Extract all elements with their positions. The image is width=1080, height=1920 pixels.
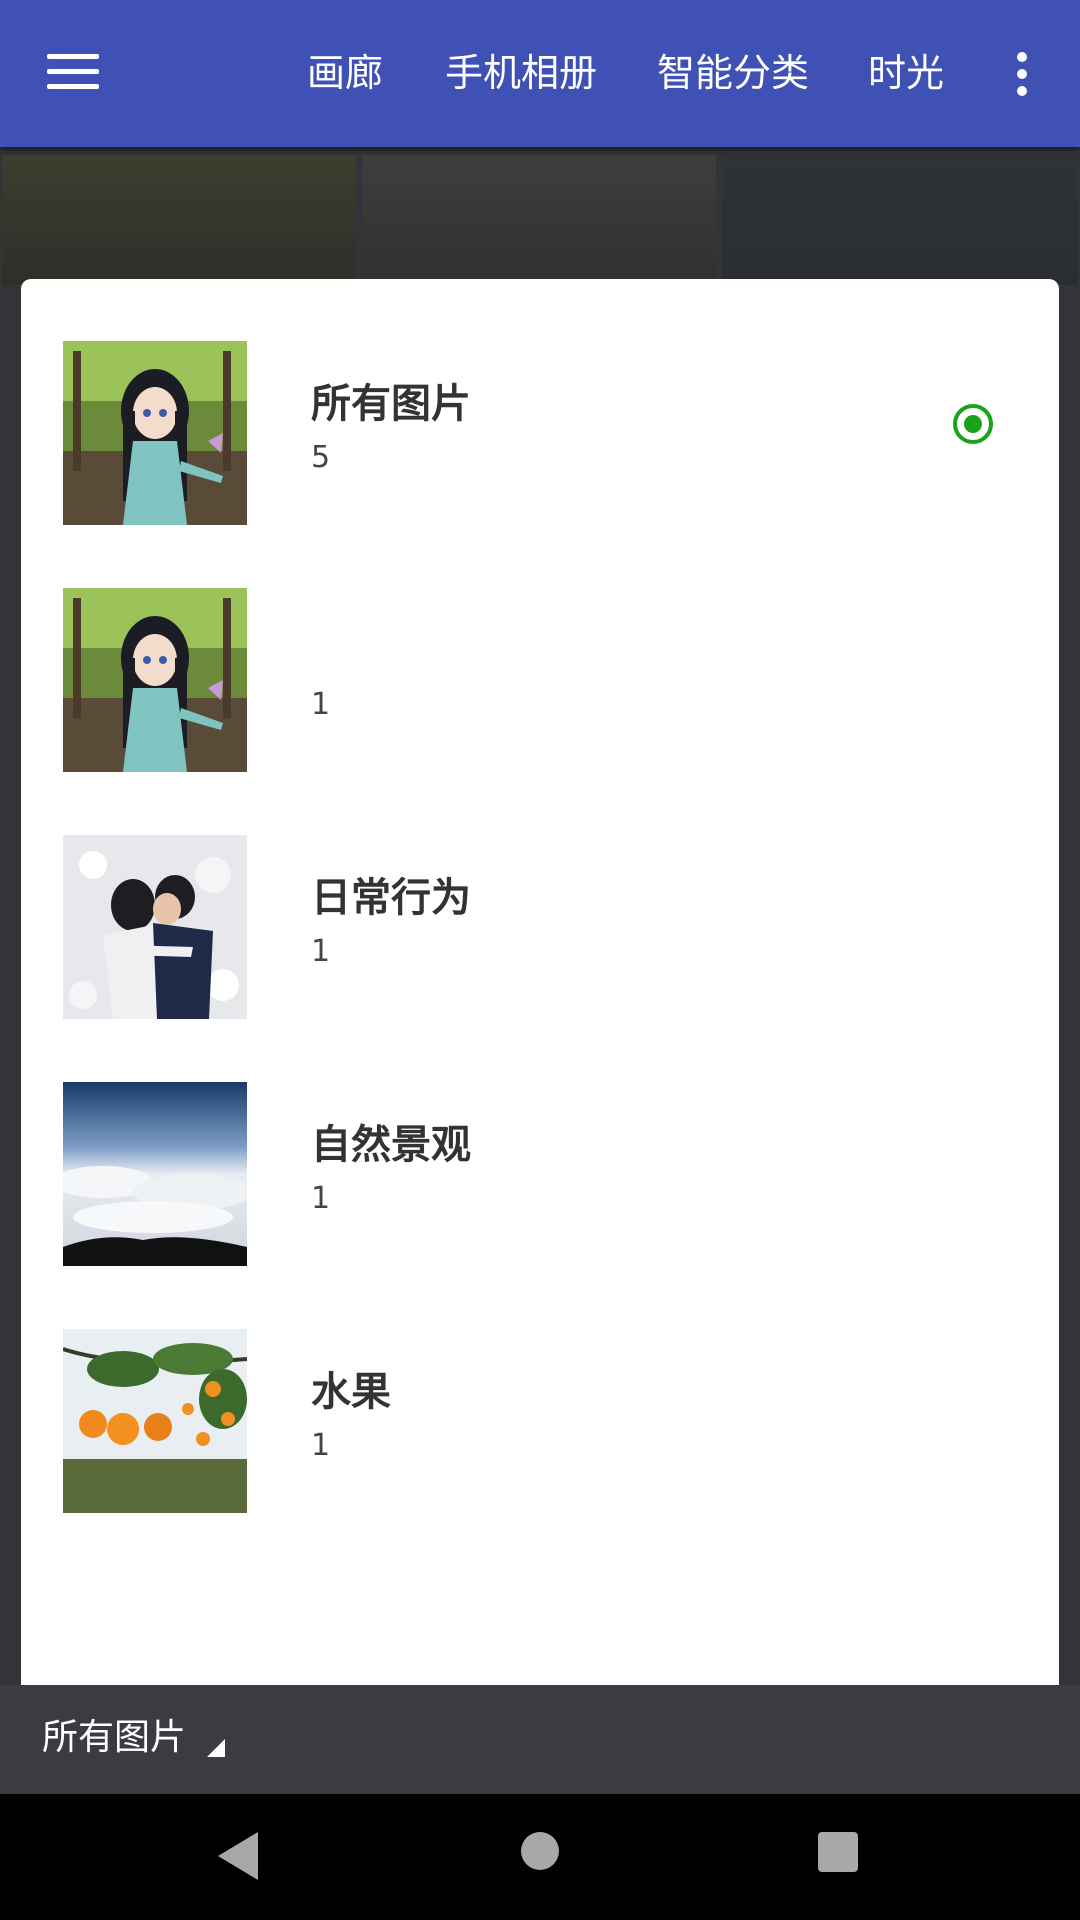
- album-count: 1: [311, 1181, 331, 1216]
- recent-apps-square-icon[interactable]: [818, 1832, 858, 1872]
- gallery-tile: [2, 155, 356, 285]
- back-triangle-icon[interactable]: [218, 1832, 258, 1880]
- tab-smart-category[interactable]: 智能分类: [657, 48, 809, 98]
- album-count: 1: [311, 1428, 331, 1463]
- album-title: 所有图片: [311, 381, 471, 427]
- sea-of-clouds-thumbnail: [63, 1082, 247, 1266]
- album-count: 5: [311, 440, 331, 475]
- album-item-fruit[interactable]: 水果 1: [21, 1267, 1059, 1514]
- album-title: 自然景观: [311, 1122, 471, 1168]
- couple-hug-thumbnail: [63, 835, 247, 1019]
- triangle-dropdown-icon[interactable]: [207, 1739, 225, 1757]
- album-item-natural-landscape[interactable]: 自然景观 1: [21, 1020, 1059, 1267]
- anime-girl-thumbnail: [63, 588, 247, 772]
- gallery-tile: [722, 155, 1078, 285]
- home-circle-icon[interactable]: [521, 1832, 559, 1870]
- album-item-daily-behavior[interactable]: 日常行为 1: [21, 773, 1059, 1020]
- tab-timeline[interactable]: 时光: [868, 48, 944, 98]
- album-picker-dialog: 所有图片 5 1 日常行为 1 自然景观 1 水果 1: [21, 279, 1059, 1699]
- selected-radio-icon[interactable]: [953, 404, 993, 444]
- orange-tree-thumbnail: [63, 1329, 247, 1513]
- album-title: 水果: [311, 1369, 391, 1415]
- tab-phone-album[interactable]: 手机相册: [445, 48, 597, 98]
- album-count: 1: [311, 687, 331, 722]
- more-vert-icon[interactable]: [1010, 50, 1034, 98]
- top-app-bar: 画廊 手机相册 智能分类 时光: [0, 0, 1080, 147]
- album-title: 日常行为: [311, 875, 471, 921]
- current-album-label[interactable]: 所有图片: [42, 1715, 186, 1761]
- tab-gallery[interactable]: 画廊: [307, 48, 383, 98]
- hamburger-menu-icon[interactable]: [47, 52, 99, 92]
- system-navigation-bar: [0, 1794, 1080, 1920]
- gallery-tile: [362, 155, 716, 285]
- album-count: 1: [311, 934, 331, 969]
- album-item-all-pictures[interactable]: 所有图片 5: [21, 279, 1059, 526]
- album-selector-bar[interactable]: 所有图片: [0, 1685, 1080, 1794]
- album-item-untitled[interactable]: 1: [21, 526, 1059, 773]
- anime-girl-thumbnail: [63, 341, 247, 525]
